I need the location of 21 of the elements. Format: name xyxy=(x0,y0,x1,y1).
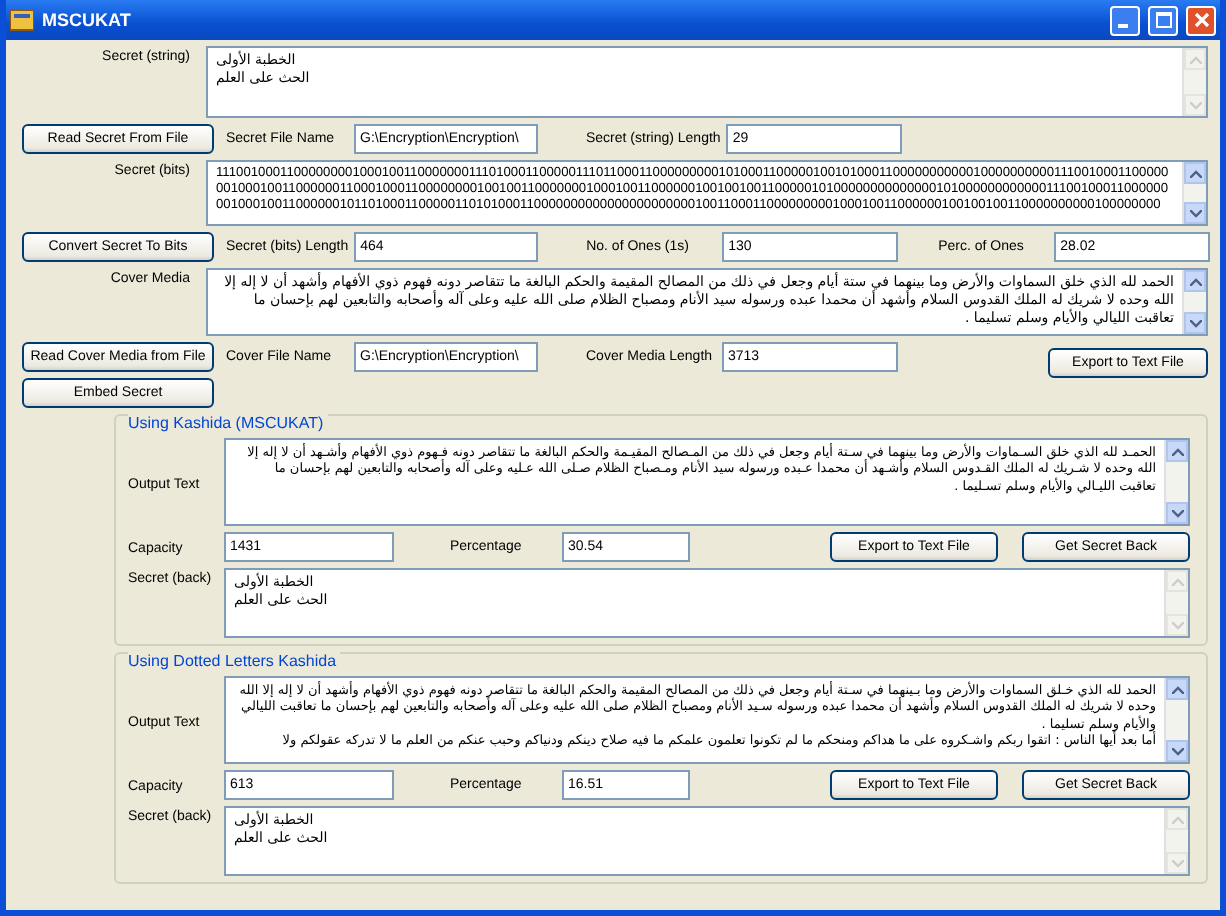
close-button[interactable] xyxy=(1186,5,1216,35)
scrollbar[interactable] xyxy=(1164,440,1188,524)
scrollbar[interactable] xyxy=(1182,162,1206,224)
scroll-up-icon[interactable] xyxy=(1189,169,1201,177)
scrollbar[interactable] xyxy=(1164,678,1188,762)
scroll-up-icon[interactable] xyxy=(1171,685,1183,693)
app-icon xyxy=(10,8,34,32)
scroll-down-icon[interactable] xyxy=(1171,747,1183,755)
window-title: MSCUKAT xyxy=(42,10,133,30)
maximize-button[interactable] xyxy=(1148,5,1178,35)
scroll-up-icon[interactable] xyxy=(1189,277,1201,285)
close-icon xyxy=(1193,12,1209,28)
group-title: Using Kashida (MSCUKAT) xyxy=(128,414,328,432)
scroll-down-icon[interactable] xyxy=(1189,209,1201,217)
maximize-icon xyxy=(1155,12,1171,28)
scrollbar[interactable] xyxy=(1182,270,1206,334)
group-title: Using Dotted Letters Kashida xyxy=(128,652,341,670)
scroll-down-icon[interactable] xyxy=(1189,319,1201,327)
scroll-down-icon[interactable] xyxy=(1171,509,1183,517)
minimize-button[interactable] xyxy=(1110,5,1140,35)
scroll-up-icon[interactable] xyxy=(1171,447,1183,455)
